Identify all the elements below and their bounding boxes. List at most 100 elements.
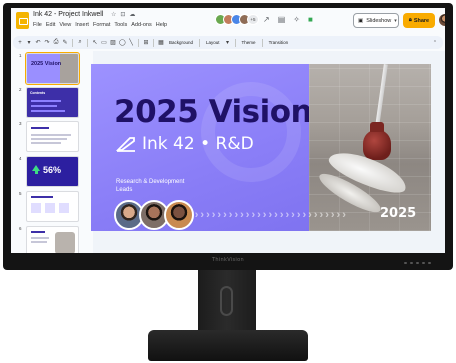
menu-bar: File Edit View Insert Format Tools Add-o… <box>33 22 167 28</box>
chevron-down-icon[interactable]: ▾ <box>394 18 397 24</box>
trend-up-icon <box>32 165 40 174</box>
slide-number: 4 <box>19 156 22 161</box>
inkwell-icon <box>363 122 391 160</box>
menu-edit[interactable]: Edit <box>46 22 55 28</box>
thumbnail-stat: 56% <box>43 165 62 175</box>
menu-tools[interactable]: Tools <box>114 22 127 28</box>
monitor-button[interactable] <box>422 262 425 264</box>
document-title[interactable]: Ink 42 - Project Inkwell <box>33 11 103 18</box>
activity-icon[interactable]: ↗ <box>263 15 270 24</box>
toolbar: + ▾ ↶ ↷ ⎙ ✎ ⌕ ↖ ▭ ▨ ◯ ╲ ⊞ ▦ Background L… <box>13 36 443 49</box>
print-icon[interactable]: ⎙ <box>53 39 59 46</box>
thumbnail-title: 2025 Vision <box>31 61 62 67</box>
background-button[interactable]: Background <box>167 40 195 45</box>
thumbnail-row[interactable]: 3 <box>11 121 91 153</box>
divider <box>153 38 154 47</box>
background-icon[interactable]: ▦ <box>158 39 164 46</box>
chevron-up-icon[interactable]: ⌃ <box>432 40 438 46</box>
divider <box>87 38 88 47</box>
chevron-down-icon[interactable]: ▾ <box>26 39 32 46</box>
monitor-buttons <box>404 262 431 264</box>
menu-add-ons[interactable]: Add-ons <box>131 22 152 28</box>
thumbnail-row[interactable]: 6 <box>11 226 91 253</box>
menu-insert[interactable]: Insert <box>75 22 89 28</box>
slide-filmstrip: 1 2025 Vision 2 Contents 3 4 56% 5 6 <box>11 51 91 253</box>
header-actions: ↗ ▤ ✧ ■ <box>263 15 313 24</box>
monitor-button[interactable] <box>410 262 413 264</box>
slide-title[interactable]: 2025 Vision <box>114 94 313 130</box>
menu-format[interactable]: Format <box>93 22 110 28</box>
theme-button[interactable]: Theme <box>240 40 258 45</box>
slide-thumbnail[interactable] <box>26 191 79 222</box>
divider <box>199 38 201 47</box>
slide-number: 3 <box>19 121 22 126</box>
slide-thumbnail[interactable] <box>26 226 79 253</box>
monitor-button[interactable] <box>404 262 407 264</box>
transition-button[interactable]: Transition <box>267 40 291 45</box>
slide-year[interactable]: 2025 <box>380 206 416 221</box>
text-box-icon[interactable]: ▭ <box>101 39 107 46</box>
redo-icon[interactable]: ↷ <box>44 39 50 46</box>
image-icon[interactable]: ▨ <box>110 39 116 46</box>
more-collaborators-badge[interactable]: +5 <box>247 14 259 25</box>
current-slide[interactable]: 2025 Vision Ink 42 • R&D Research & Deve… <box>91 64 431 231</box>
team-member-photo <box>164 200 194 230</box>
lock-icon: 🔒︎ <box>408 17 412 23</box>
line-icon[interactable]: ╲ <box>128 39 134 46</box>
collaborator-avatars[interactable]: +5 <box>215 14 259 25</box>
zoom-icon[interactable]: ⌕ <box>77 39 83 46</box>
meet-icon[interactable]: ■ <box>308 15 313 24</box>
slide-number: 6 <box>19 226 22 231</box>
slides-logo-icon[interactable] <box>16 12 29 29</box>
comment-add-icon[interactable]: ⊞ <box>143 39 149 46</box>
share-label: Share <box>413 17 430 24</box>
slide-brand-text: Ink 42 • R&D <box>142 134 254 154</box>
menu-file[interactable]: File <box>33 22 42 28</box>
present-icon: ▣ <box>358 17 364 24</box>
chevron-down-icon[interactable]: ▾ <box>225 39 231 46</box>
quill-logo-icon <box>116 137 135 152</box>
thumbnail-row[interactable]: 4 56% <box>11 156 91 188</box>
monitor-button[interactable] <box>428 262 431 264</box>
share-button[interactable]: 🔒︎ Share <box>403 13 435 28</box>
title-icons: ☆ ⊡ ☁ <box>111 11 135 18</box>
thumbnail-row[interactable]: 2 Contents <box>11 87 91 119</box>
comments-icon[interactable]: ▤ <box>278 15 286 24</box>
slide-thumbnail[interactable]: Contents <box>26 87 79 118</box>
star-icon[interactable]: ☆ <box>111 11 116 18</box>
monitor-brand-logo: ThinkVision <box>212 257 244 263</box>
slide-number: 1 <box>19 53 22 58</box>
slide-number: 5 <box>19 191 22 196</box>
title-bar: Ink 42 - Project Inkwell ☆ ⊡ ☁ File Edit… <box>11 8 445 35</box>
cloud-status-icon[interactable]: ☁ <box>129 11 135 18</box>
slide-thumbnail[interactable] <box>26 121 79 152</box>
slide-brand[interactable]: Ink 42 • R&D <box>116 134 254 154</box>
menu-help[interactable]: Help <box>156 22 167 28</box>
thumbnail-row[interactable]: 5 <box>11 191 91 223</box>
paint-format-icon[interactable]: ✎ <box>62 39 68 46</box>
new-slide-icon[interactable]: + <box>17 40 23 46</box>
cable-slot <box>220 286 233 316</box>
divider <box>261 38 263 47</box>
slide-thumbnail[interactable]: 2025 Vision <box>24 51 81 86</box>
team-avatars <box>114 200 194 230</box>
layout-button[interactable]: Layout <box>204 40 222 45</box>
monitor-stand-base <box>148 330 308 361</box>
menu-view[interactable]: View <box>59 22 71 28</box>
slide-subtitle[interactable]: Research & Development Leads <box>116 178 196 194</box>
undo-icon[interactable]: ↶ <box>35 39 41 46</box>
shape-icon[interactable]: ◯ <box>119 39 126 46</box>
slide-number: 2 <box>19 87 22 92</box>
slideshow-button[interactable]: ▣ Slideshow ▾ <box>353 13 399 28</box>
select-cursor-icon[interactable]: ↖ <box>92 39 98 46</box>
thumbnail-title: Contents <box>30 91 46 95</box>
move-folder-icon[interactable]: ⊡ <box>120 11 125 18</box>
thumbnail-row[interactable]: 1 2025 Vision <box>11 51 91 86</box>
divider <box>72 38 73 47</box>
account-avatar[interactable] <box>439 14 445 26</box>
slide-thumbnail[interactable]: 56% <box>26 156 79 187</box>
divider <box>234 38 236 47</box>
monitor-button[interactable] <box>416 262 419 264</box>
divider <box>138 38 139 47</box>
gemini-icon[interactable]: ✧ <box>293 15 300 24</box>
